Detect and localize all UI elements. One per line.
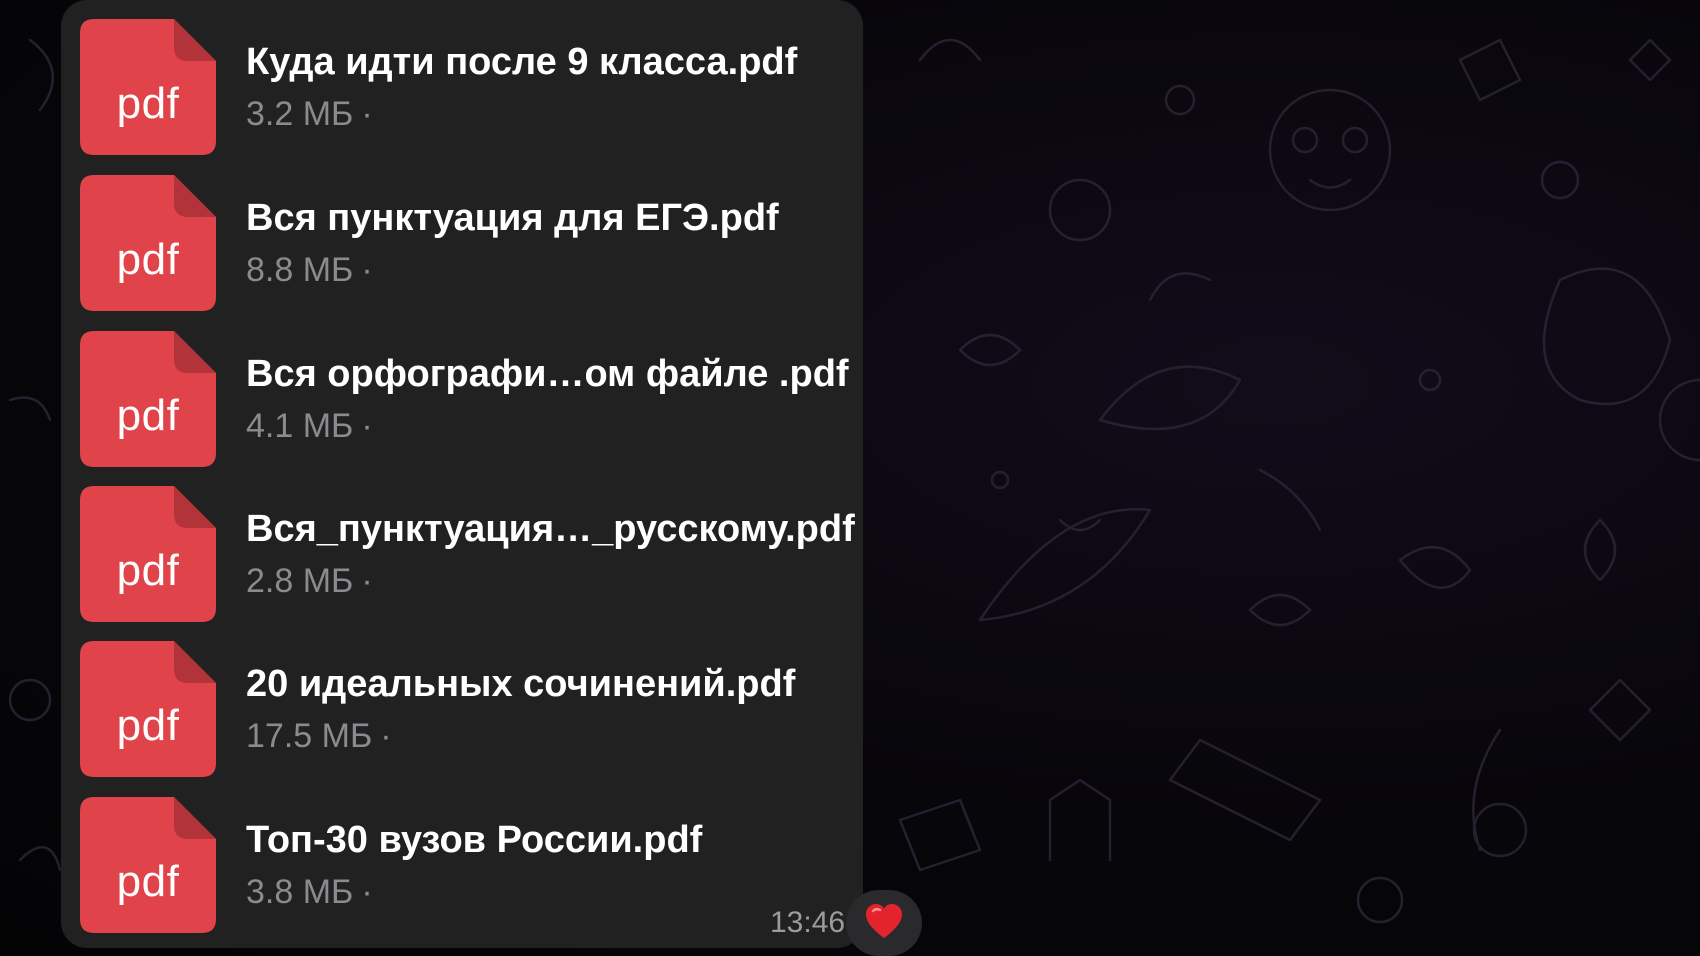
- file-item[interactable]: pdf Топ-30 вузов России.pdf 3.8 МБ ·: [80, 797, 840, 937]
- pdf-file-icon[interactable]: pdf: [80, 331, 216, 467]
- file-extension-label: pdf: [116, 79, 180, 128]
- file-size: 3.2 МБ ·: [246, 95, 373, 133]
- pdf-file-icon[interactable]: pdf: [80, 797, 216, 933]
- file-name: Куда идти после 9 класса.pdf: [246, 41, 798, 83]
- file-extension-label: pdf: [116, 235, 180, 284]
- file-name: Вся_пунктуация…_русскому.pdf: [246, 508, 855, 550]
- pdf-file-icon[interactable]: pdf: [80, 19, 216, 155]
- file-name: Вся пунктуация для ЕГЭ.pdf: [246, 197, 779, 239]
- file-extension-label: pdf: [116, 701, 180, 750]
- message-time: 13:46: [770, 906, 846, 939]
- file-size: 4.1 МБ ·: [246, 407, 373, 445]
- reaction-button[interactable]: [846, 890, 922, 956]
- pdf-file-icon[interactable]: pdf: [80, 175, 216, 311]
- file-extension-label: pdf: [116, 546, 180, 595]
- file-name: Топ-30 вузов России.pdf: [246, 819, 703, 861]
- file-name: Вся орфографи…ом файле .pdf: [246, 353, 849, 395]
- file-extension-label: pdf: [116, 857, 180, 906]
- file-size: 8.8 МБ ·: [246, 251, 373, 289]
- file-item[interactable]: pdf 20 идеальных сочинений.pdf 17.5 МБ ·: [80, 641, 840, 781]
- file-name: 20 идеальных сочинений.pdf: [246, 663, 796, 705]
- red-heart-icon: [866, 904, 902, 938]
- message-bubble: pdf Куда идти после 9 класса.pdf 3.2 МБ ·…: [61, 0, 863, 948]
- file-size: 17.5 МБ ·: [246, 717, 392, 755]
- file-item[interactable]: pdf Вся_пунктуация…_русскому.pdf 2.8 МБ ·: [80, 486, 855, 626]
- file-item[interactable]: pdf Куда идти после 9 класса.pdf 3.2 МБ ·: [80, 19, 840, 159]
- file-size: 3.8 МБ ·: [246, 873, 373, 911]
- file-item[interactable]: pdf Вся пунктуация для ЕГЭ.pdf 8.8 МБ ·: [80, 175, 840, 315]
- pdf-file-icon[interactable]: pdf: [80, 486, 216, 622]
- file-extension-label: pdf: [116, 391, 180, 440]
- file-item[interactable]: pdf Вся орфографи…ом файле .pdf 4.1 МБ ·: [80, 331, 849, 471]
- file-size: 2.8 МБ ·: [246, 562, 373, 600]
- pdf-file-icon[interactable]: pdf: [80, 641, 216, 777]
